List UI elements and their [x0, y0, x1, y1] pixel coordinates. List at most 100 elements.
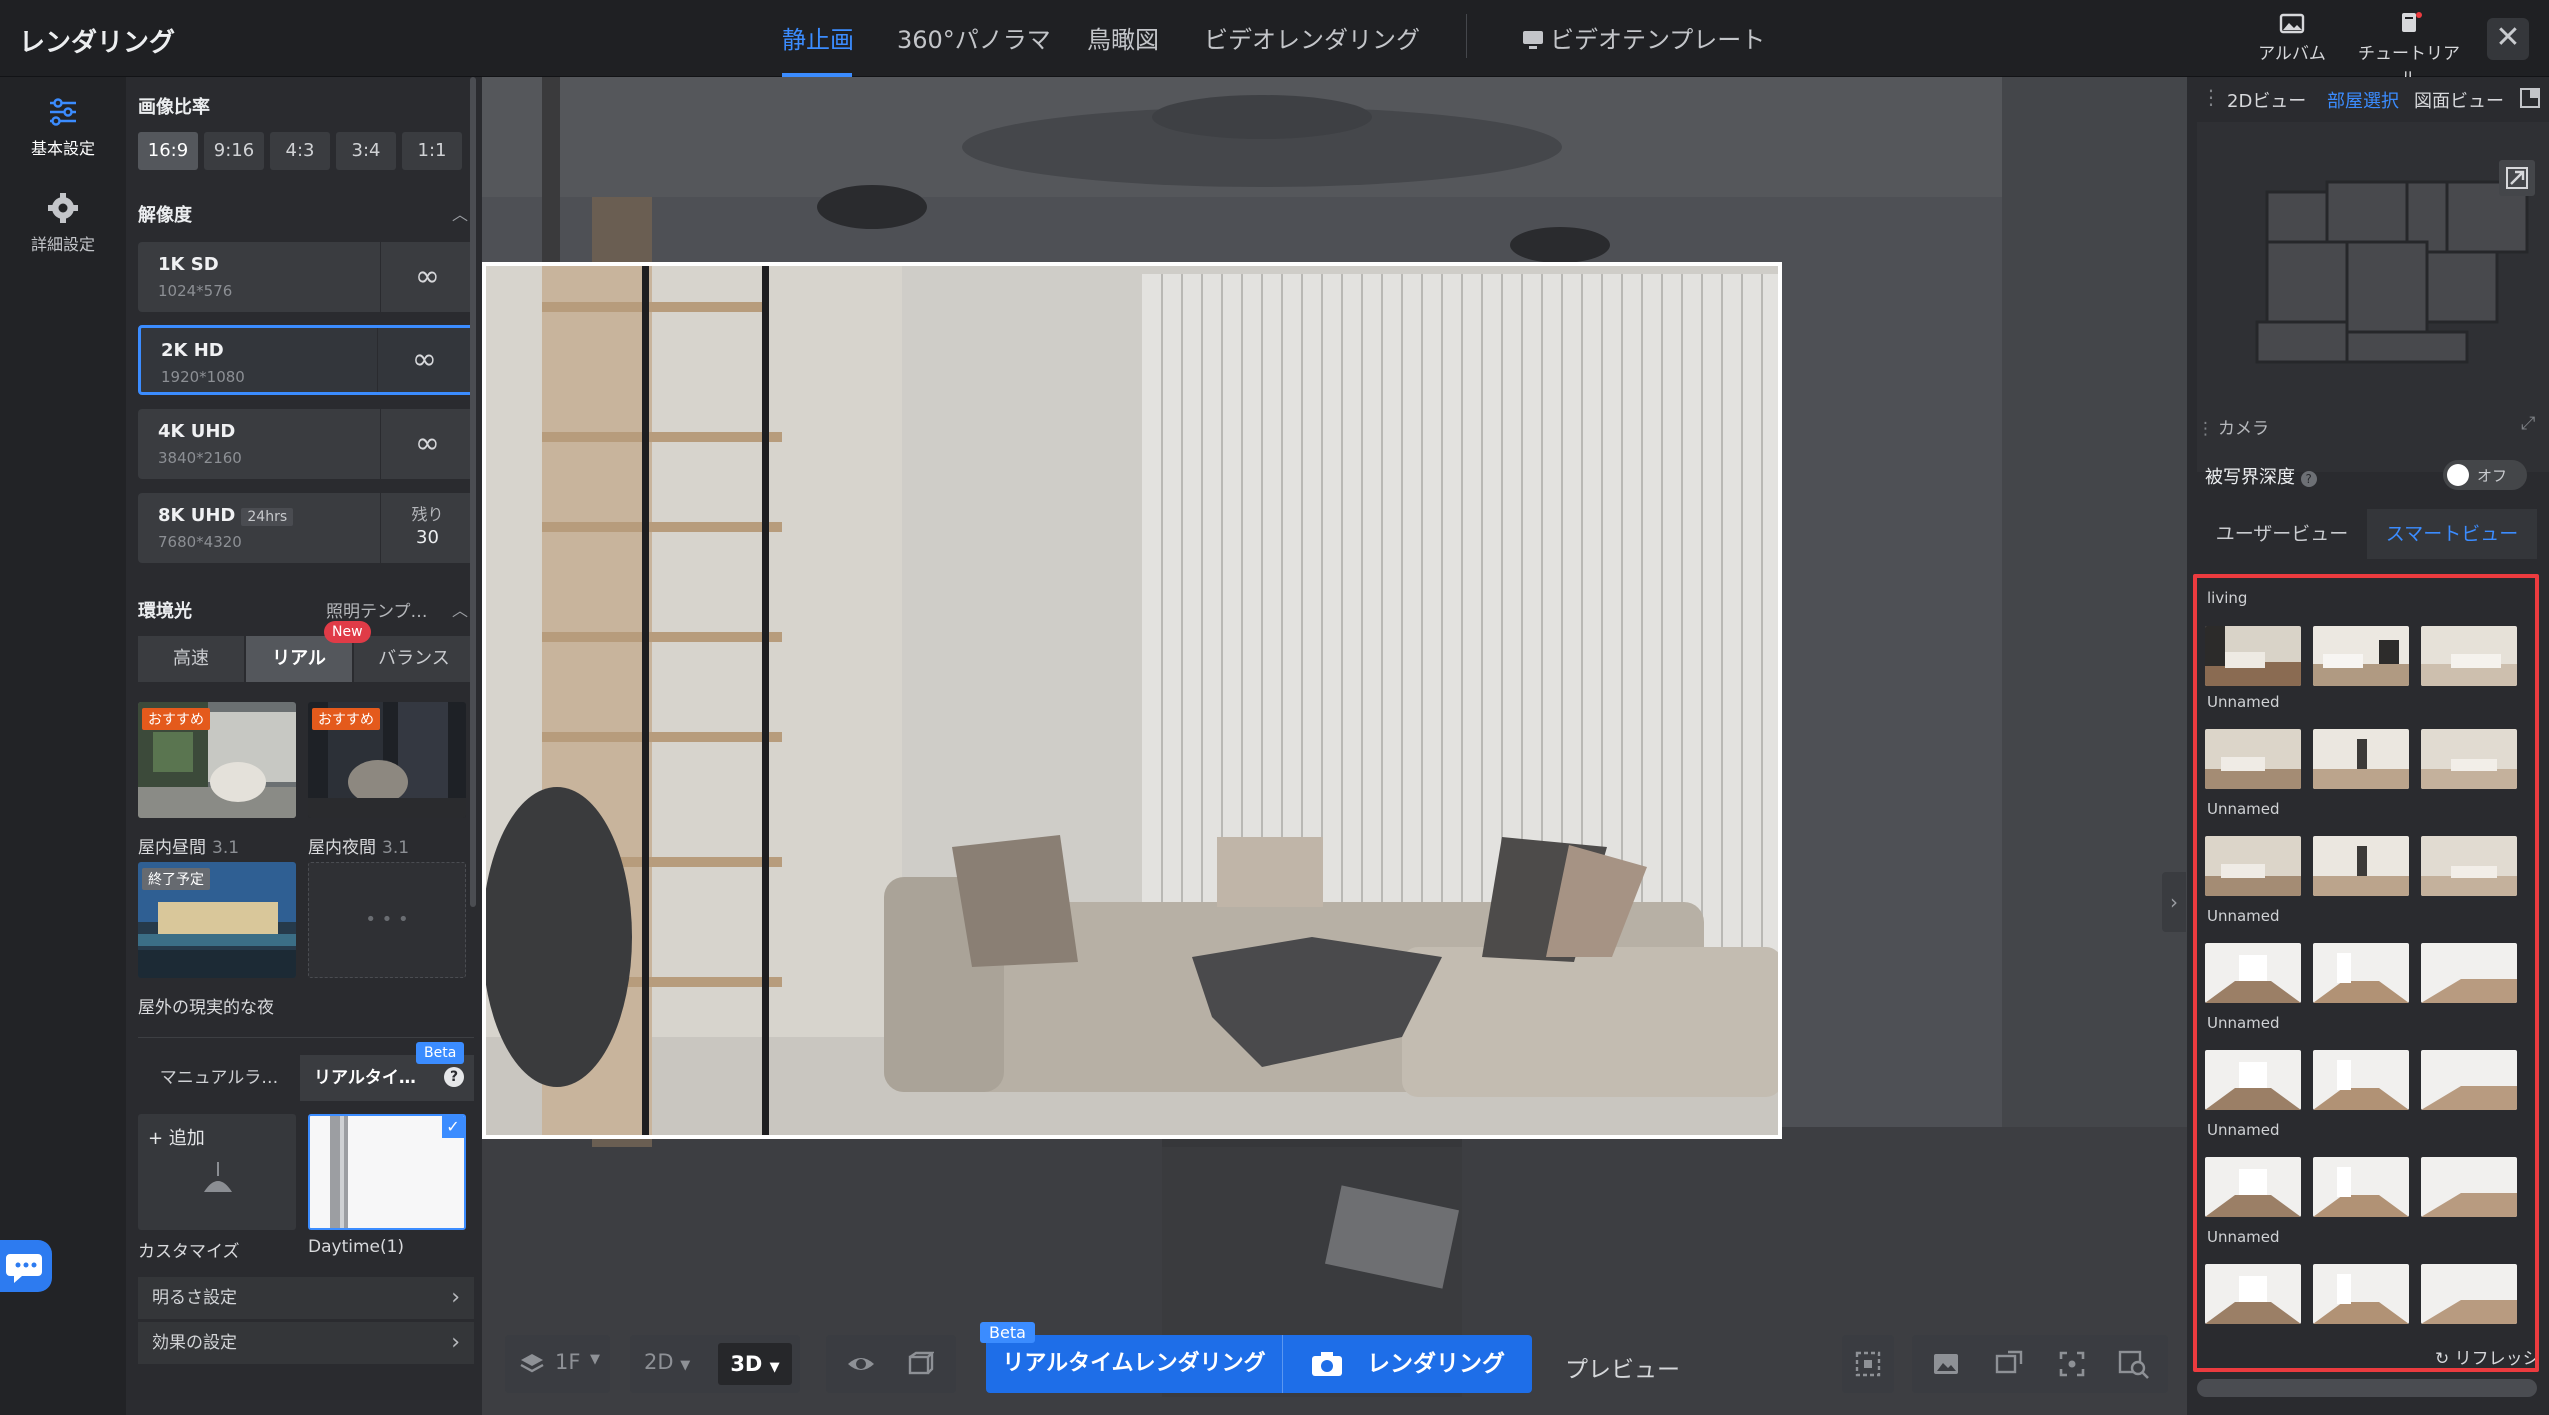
rail-advanced-settings[interactable]: 詳細設定 [0, 191, 126, 255]
focus-icon[interactable] [2058, 1350, 2086, 1378]
album-button[interactable]: アルバム [2237, 12, 2347, 68]
resolution-8k[interactable]: 8K UHD 24hrs 7680*4320 残り 30 [138, 493, 474, 563]
lighting-template-link[interactable]: 照明テンプ… [326, 597, 428, 622]
infinity-icon: ∞ [380, 409, 474, 479]
view-image [2205, 1264, 2301, 1324]
tab-2d-view[interactable]: 2Dビュー [2227, 87, 2306, 113]
tab-smart-view[interactable]: スマートビュー [2367, 509, 2537, 559]
tutorial-button[interactable]: チュートリアル [2354, 12, 2464, 89]
tab-realtime-label: リアルタイ… [314, 1068, 416, 1088]
smart-view-thumb[interactable] [2421, 626, 2517, 686]
smart-view-thumb[interactable] [2313, 943, 2409, 1003]
env-tab-fast[interactable]: 高速 [138, 636, 244, 682]
drag-handle-icon[interactable]: ⋮ [2201, 85, 2221, 109]
view-image [2205, 1050, 2301, 1110]
daytime-light-card[interactable]: ✓ [308, 1114, 466, 1230]
grid-select-icon[interactable] [1854, 1350, 1882, 1378]
refresh-button[interactable]: ↻ リフレッシ [2435, 1344, 2535, 1368]
preset-name: 屋内夜間 [308, 838, 376, 858]
more-presets-button[interactable]: • • • [308, 862, 466, 978]
tab-user-view[interactable]: ユーザービュー [2197, 509, 2367, 559]
resolution-4k[interactable]: 4K UHD 3840*2160 ∞ [138, 409, 474, 479]
smart-view-thumb[interactable] [2313, 836, 2409, 896]
smart-view-thumb[interactable] [2205, 1050, 2301, 1110]
smart-view-thumb[interactable] [2205, 729, 2301, 789]
add-light-button[interactable]: + 追加 [138, 1114, 296, 1230]
smart-view-thumb[interactable] [2421, 729, 2517, 789]
expand-map-button[interactable] [2499, 160, 2535, 196]
ratio-1-1-button[interactable]: 1:1 [402, 132, 462, 170]
lamp-icon [204, 1162, 232, 1192]
smart-view-thumb[interactable] [2421, 1050, 2517, 1110]
3d-viewport[interactable] [482, 77, 2187, 1415]
depth-of-field-toggle[interactable]: オフ [2443, 460, 2527, 490]
smart-view-thumb[interactable] [2421, 1264, 2517, 1324]
tab-video-rendering[interactable]: ビデオレンダリング [1204, 20, 1420, 55]
smart-view-thumb[interactable] [2313, 1264, 2409, 1324]
view-2d-button[interactable]: 2D ▼ [644, 1350, 690, 1374]
resolution-2k[interactable]: 2K HD 1920*1080 ∞ [138, 325, 474, 395]
help-icon[interactable]: ? [2300, 471, 2317, 487]
ratio-16-9-button[interactable]: 16:9 [138, 132, 198, 170]
effect-settings-row[interactable]: 効果の設定 › [138, 1322, 474, 1364]
chevron-right-icon: › [451, 1285, 460, 1310]
smart-view-thumb[interactable] [2421, 836, 2517, 896]
preset-indoor-night[interactable]: おすすめ [308, 702, 466, 818]
smart-view-thumb[interactable] [2313, 1157, 2409, 1217]
replace-icon[interactable] [1994, 1350, 2024, 1378]
scene-render [482, 77, 2187, 1415]
smart-view-thumb[interactable] [2205, 1157, 2301, 1217]
collapse-panel-button[interactable]: › [2162, 872, 2186, 932]
tab-room-select[interactable]: 部屋選択 [2327, 87, 2399, 113]
expand-icon[interactable]: ⤢ [2521, 413, 2535, 434]
zoom-icon[interactable] [2118, 1349, 2150, 1379]
resolution-1k[interactable]: 1K SD 1024*576 ∞ [138, 242, 474, 312]
smart-view-thumb[interactable] [2421, 1157, 2517, 1217]
env-tab-balance[interactable]: バランス [354, 636, 474, 682]
tab-360-panorama[interactable]: 360°パノラマ [897, 20, 1051, 55]
panel-scrollbar[interactable] [470, 77, 476, 907]
add-label: + 追加 [148, 1128, 205, 1149]
video-template-button[interactable]: ビデオテンプレート [1522, 20, 1765, 55]
image-icon[interactable] [1932, 1351, 1960, 1377]
brightness-settings-row[interactable]: 明るさ設定 › [138, 1277, 474, 1319]
cube-icon[interactable] [906, 1351, 934, 1377]
realtime-rendering-button[interactable]: リアルタイムレンダリング [986, 1335, 1282, 1393]
tab-plan-view[interactable]: 図面ビュー [2414, 87, 2504, 113]
camera-section-header: ⋮ カメラ [2197, 414, 2269, 439]
smart-view-thumb[interactable] [2205, 943, 2301, 1003]
horizontal-scrollbar[interactable] [2197, 1379, 2537, 1397]
close-button[interactable]: ✕ [2487, 18, 2529, 60]
smart-view-thumb[interactable] [2421, 943, 2517, 1003]
preset-version: 3.1 [212, 838, 240, 858]
floor-selector[interactable]: 1F ▼ [505, 1335, 610, 1393]
smart-view-thumb[interactable] [2313, 1050, 2409, 1110]
preset-indoor-day[interactable]: おすすめ [138, 702, 296, 818]
smart-view-thumb[interactable] [2205, 626, 2301, 686]
view-3d-button[interactable]: 3D ▼ [718, 1343, 792, 1385]
ratio-4-3-button[interactable]: 4:3 [270, 132, 330, 170]
chevron-up-icon[interactable]: ︿ [452, 597, 468, 621]
drag-handle-icon[interactable]: ⋮ [2197, 419, 2214, 439]
preview-button[interactable]: プレビュー [1565, 1350, 1680, 1384]
smart-view-thumb[interactable] [2205, 836, 2301, 896]
recommend-tag: おすすめ [312, 708, 380, 730]
tab-manual-lighting[interactable]: マニュアルラ… [138, 1055, 300, 1101]
smart-view-thumb[interactable] [2313, 626, 2409, 686]
popout-icon[interactable] [2519, 87, 2541, 109]
preset-outdoor-night[interactable]: 終了予定 [138, 862, 296, 978]
smart-view-thumb[interactable] [2313, 729, 2409, 789]
help-icon[interactable]: ? [444, 1067, 464, 1087]
render-button[interactable]: レンダリング [1282, 1335, 1532, 1393]
view-image [2421, 1157, 2517, 1217]
tab-birds-eye[interactable]: 鳥瞰図 [1087, 20, 1159, 55]
chevron-up-icon[interactable]: ︿ [452, 201, 468, 225]
rail-basic-settings[interactable]: 基本設定 [0, 95, 126, 159]
smart-view-thumb[interactable] [2205, 1264, 2301, 1324]
tab-still-image[interactable]: 静止画 [782, 20, 854, 55]
ratio-9-16-button[interactable]: 9:16 [204, 132, 264, 170]
chat-button[interactable] [0, 1240, 52, 1292]
ratio-3-4-button[interactable]: 3:4 [336, 132, 396, 170]
view-image [2313, 1264, 2409, 1324]
eye-icon[interactable] [846, 1352, 876, 1376]
